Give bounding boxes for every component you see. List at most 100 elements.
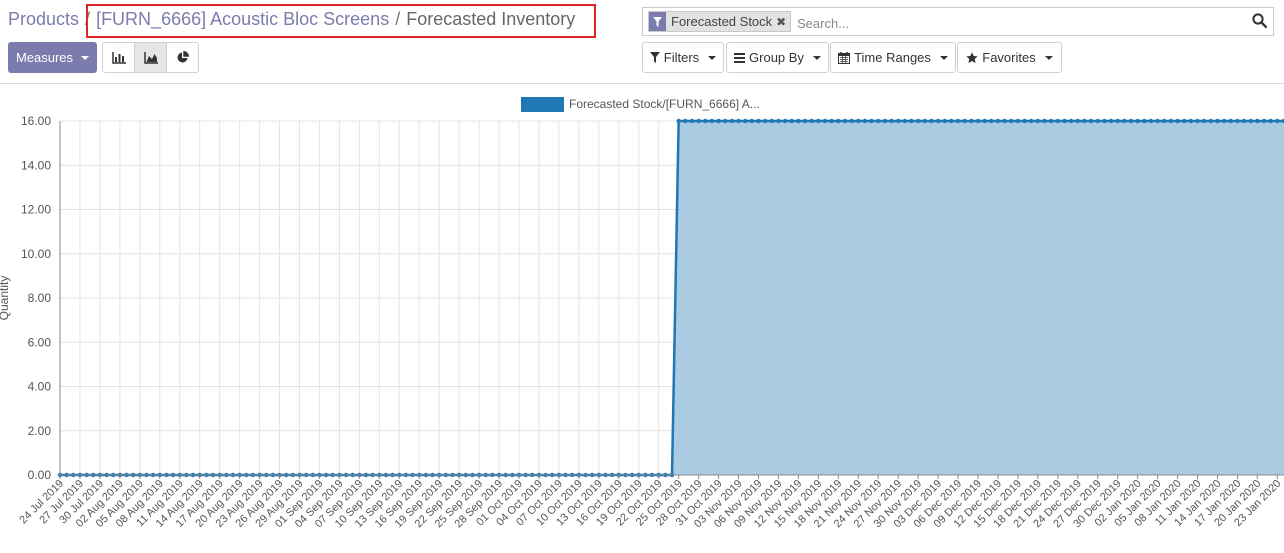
y-tick-label: 16.00 (21, 114, 51, 128)
filters-button[interactable]: Filters (642, 42, 724, 73)
data-point (1162, 118, 1167, 124)
calendar-icon (838, 51, 851, 64)
forecast-chart: 0.00 2.00 4.00 6.00 8.00 10.00 12.00 14.00 16.00… (0, 97, 1284, 530)
data-point (703, 118, 708, 124)
data-point (876, 118, 881, 124)
data-point (915, 118, 921, 124)
data-point (1221, 118, 1227, 124)
x-axis: 24 Jul 201927 Jul 201930 Jul 201902 Aug … (17, 474, 1284, 530)
data-point (716, 118, 721, 124)
data-point (729, 118, 735, 124)
data-point (1241, 118, 1247, 124)
area-chart-icon (143, 51, 158, 64)
data-point (895, 118, 901, 124)
data-point (1095, 118, 1100, 124)
data-point (782, 118, 788, 124)
data-point (822, 118, 828, 124)
data-point (683, 118, 688, 124)
data-point (836, 118, 841, 124)
data-point (975, 118, 981, 124)
data-point (1048, 118, 1054, 124)
data-point (1062, 118, 1067, 124)
search-icon[interactable] (1252, 13, 1268, 33)
data-point (1082, 118, 1087, 124)
data-point (1055, 118, 1061, 124)
data-point (842, 118, 848, 124)
caret-down-icon (812, 55, 821, 60)
data-point (1255, 118, 1260, 124)
y-tick-label: 2.00 (28, 424, 52, 438)
group-by-button[interactable]: Group By (726, 42, 829, 73)
bar-chart-icon (111, 51, 126, 64)
y-tick-label: 8.00 (28, 291, 52, 305)
page-title: Forecasted Inventory (406, 9, 576, 29)
data-point (809, 118, 814, 124)
caret-down-icon (708, 55, 717, 60)
data-point (1201, 118, 1207, 124)
data-point (1108, 118, 1114, 124)
y-tick-label: 12.00 (21, 203, 51, 217)
data-point (676, 118, 681, 124)
data-point (942, 118, 947, 124)
data-point (749, 118, 755, 124)
search-facet: Forecasted Stock ✖ (648, 11, 792, 32)
pie-chart-button[interactable] (166, 42, 199, 73)
data-point (1015, 118, 1021, 124)
favorites-button[interactable]: Favorites (957, 42, 1062, 73)
line-chart-button[interactable] (134, 42, 167, 73)
data-point (969, 118, 974, 124)
group-by-label: Group By (749, 50, 804, 65)
data-point (1228, 118, 1233, 124)
data-point (776, 118, 781, 124)
data-point (1148, 118, 1154, 124)
data-point (1155, 118, 1160, 124)
data-point (689, 118, 695, 124)
data-point (723, 118, 728, 124)
data-point (989, 118, 994, 124)
facet-remove-icon[interactable]: ✖ (776, 15, 790, 29)
favorites-label: Favorites (982, 50, 1036, 65)
data-point (1261, 118, 1267, 124)
caret-down-icon (1044, 55, 1053, 60)
legend-label: Forecasted Stock/[FURN_6666] A... (569, 97, 760, 111)
search-input[interactable] (795, 12, 1239, 34)
search-facet-label: Forecasted Stock (671, 14, 773, 29)
data-point (1182, 118, 1187, 124)
filters-label: Filters (663, 50, 700, 65)
data-point (1042, 118, 1047, 124)
data-point (829, 118, 834, 124)
data-point (935, 118, 941, 124)
data-point (1248, 118, 1253, 124)
data-point (762, 118, 768, 124)
data-point (889, 118, 894, 124)
data-point (1102, 118, 1107, 124)
data-point (1268, 118, 1273, 124)
breadcrumb-product[interactable]: [FURN_6666] Acoustic Bloc Screens (96, 9, 389, 29)
data-point (1022, 118, 1027, 124)
data-point (849, 118, 854, 124)
breadcrumb-products[interactable]: Products (8, 9, 79, 29)
y-tick-label: 10.00 (21, 247, 51, 261)
chart-legend[interactable]: Forecasted Stock/[FURN_6666] A... (521, 97, 760, 112)
data-point (696, 118, 701, 124)
data-point (816, 118, 821, 124)
time-ranges-button[interactable]: Time Ranges (830, 42, 956, 73)
data-point (1175, 118, 1180, 124)
data-point (995, 118, 1001, 124)
breadcrumb: Products / [FURN_6666] Acoustic Bloc Scree… (8, 9, 575, 30)
breadcrumb-separator: / (395, 9, 401, 29)
measures-button[interactable]: Measures (8, 42, 97, 73)
data-point (769, 118, 774, 124)
bar-chart-button[interactable] (102, 42, 135, 73)
y-tick-label: 4.00 (28, 380, 52, 394)
data-point (962, 118, 967, 124)
data-point (902, 118, 908, 124)
data-point (909, 118, 914, 124)
time-ranges-label: Time Ranges (854, 50, 931, 65)
data-point (1088, 118, 1094, 124)
pie-chart-icon (177, 51, 189, 63)
data-point (796, 118, 801, 124)
data-point (1009, 118, 1014, 124)
data-point (1135, 118, 1140, 124)
data-point (1188, 118, 1194, 124)
